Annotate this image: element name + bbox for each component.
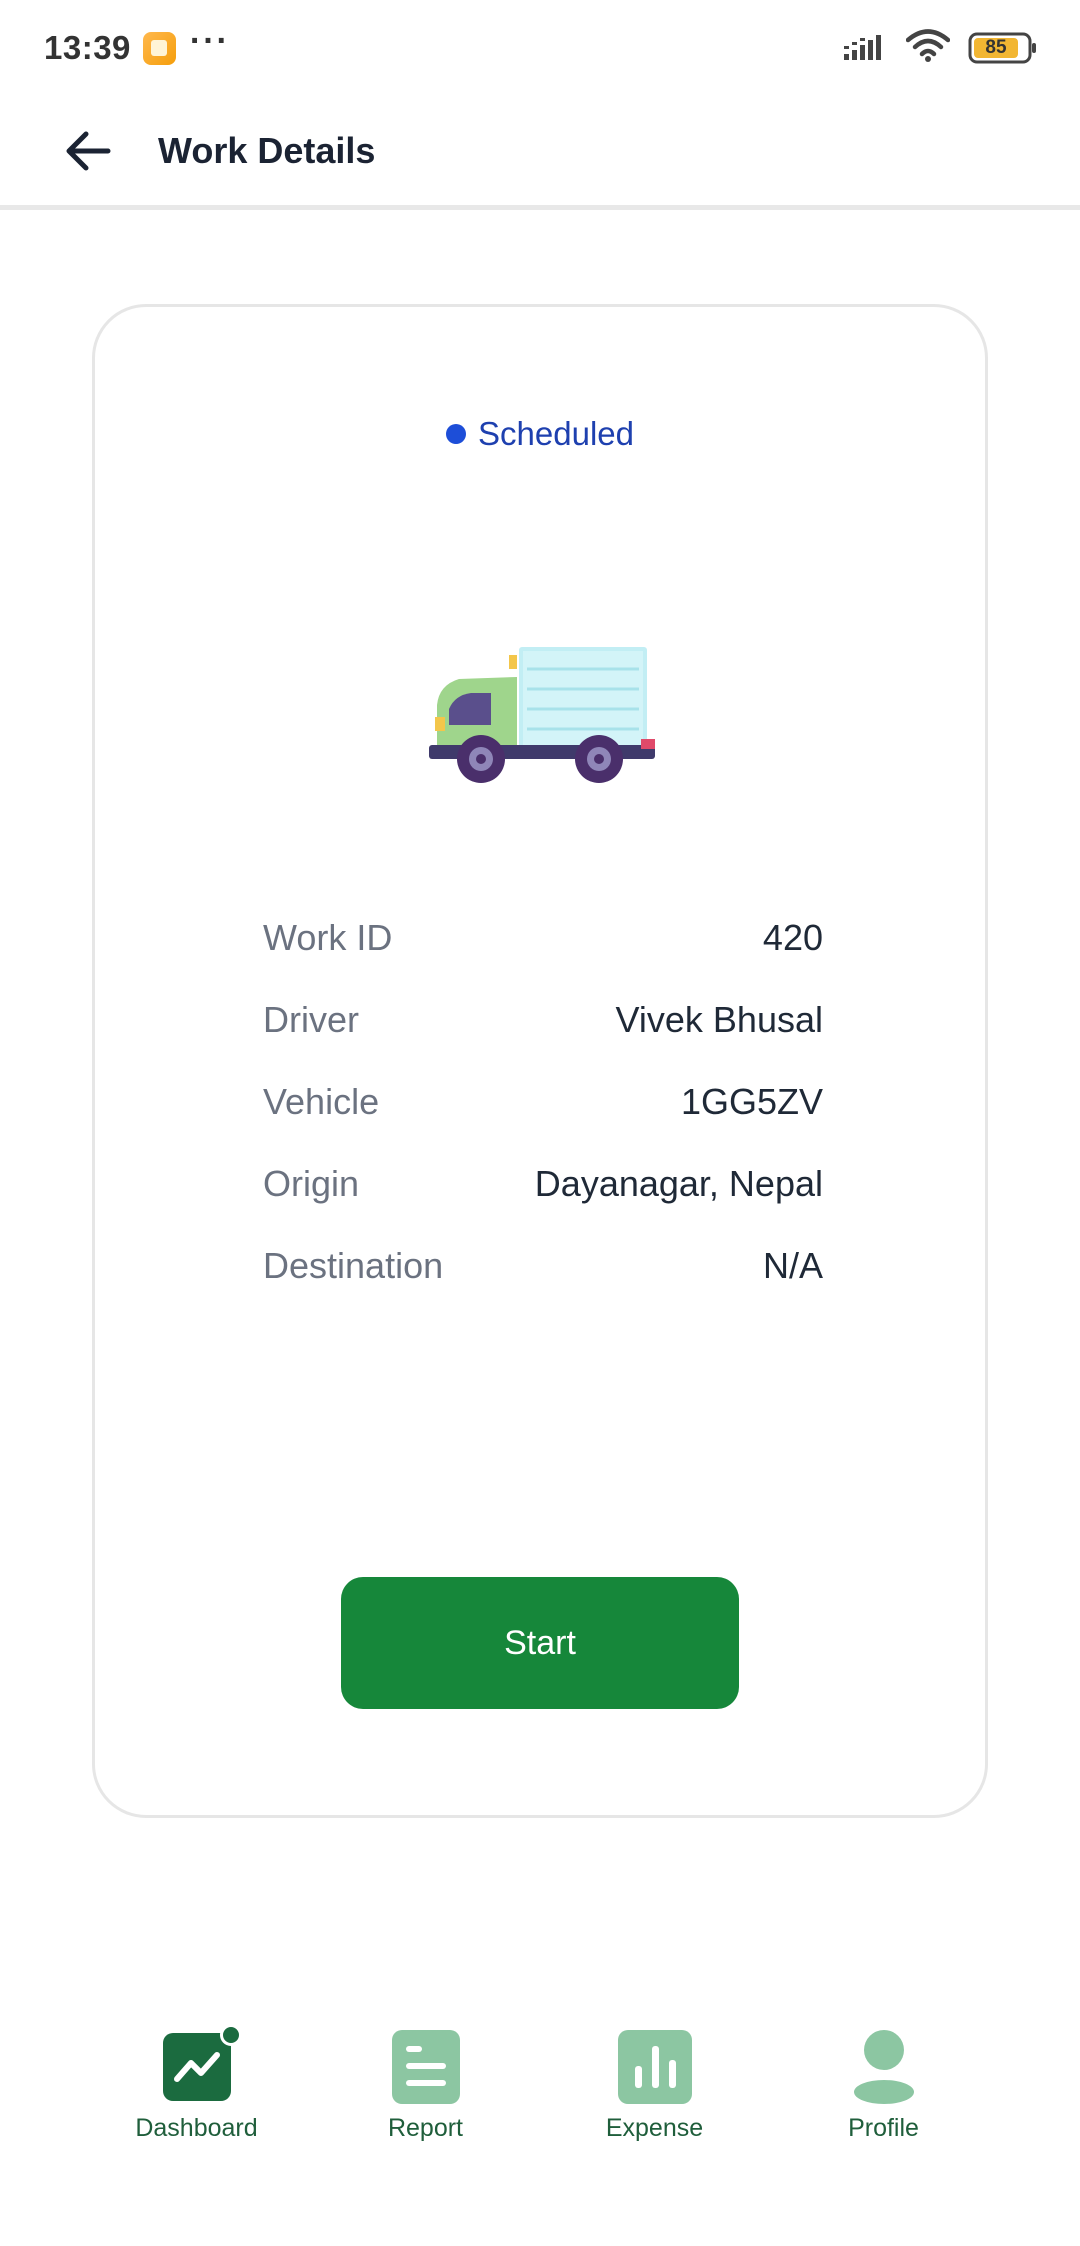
battery-icon: 85: [968, 31, 1038, 65]
nav-label: Report: [387, 2114, 464, 2142]
bottom-nav: Dashboard Report Expense Profile: [0, 2024, 1080, 2210]
notification-badge: [219, 2024, 242, 2046]
chart-line-icon: [160, 2024, 242, 2104]
nav-label: Profile: [848, 2114, 919, 2142]
document-icon: [389, 2030, 463, 2104]
detail-value: Vivek Bhusal: [615, 999, 823, 1040]
detail-row-work-id: Work ID 420: [263, 897, 823, 979]
work-details-screen: 13:39 ··· 85 Work Details Scheduled Work…: [0, 0, 1080, 2246]
person-icon: [847, 2030, 921, 2104]
wifi-icon: [905, 28, 951, 68]
detail-label: Driver: [263, 999, 359, 1040]
detail-label: Origin: [263, 1163, 360, 1204]
battery-level: 85: [985, 37, 1007, 58]
status-bar: 13:39 ··· 85: [0, 0, 1080, 96]
nav-label: Expense: [605, 2114, 704, 2142]
nav-item-expense[interactable]: Expense: [565, 2030, 745, 2210]
bar-chart-icon: [617, 2030, 692, 2104]
status-label: Scheduled: [478, 415, 634, 452]
signal-icon: [844, 30, 888, 67]
status-bar-left: 13:39 ···: [44, 24, 230, 67]
status-dot-icon: [446, 424, 467, 444]
detail-label: Vehicle: [263, 1081, 380, 1122]
start-button[interactable]: Start: [341, 1577, 739, 1709]
status-bar-right: 85: [844, 28, 1038, 68]
back-button[interactable]: [62, 125, 114, 177]
truck-icon: [427, 637, 657, 797]
nav-item-dashboard[interactable]: Dashboard: [107, 2024, 287, 2210]
detail-row-origin: Origin Dayanagar, Nepal: [263, 1143, 823, 1225]
more-notifications-icon: ···: [189, 22, 230, 60]
detail-value: 1GG5ZV: [680, 1081, 823, 1122]
detail-value: 420: [762, 917, 823, 958]
nav-label: Dashboard: [135, 2114, 258, 2142]
work-details-card: Scheduled Work ID 420 Driver Vivek Bhusa…: [92, 304, 988, 1818]
detail-row-driver: Driver Vivek Bhusal: [263, 979, 823, 1061]
detail-label: Work ID: [263, 917, 393, 958]
detail-row-destination: Destination N/A: [263, 1225, 823, 1307]
status-time: 13:39: [44, 29, 131, 66]
page-title: Work Details: [158, 129, 376, 171]
nav-item-profile[interactable]: Profile: [794, 2030, 974, 2210]
detail-value: Dayanagar, Nepal: [534, 1163, 823, 1204]
app-bar: Work Details: [0, 96, 1080, 210]
nav-item-report[interactable]: Report: [336, 2030, 516, 2210]
notification-app-icon: [142, 31, 176, 65]
detail-value: N/A: [762, 1245, 823, 1286]
status-indicator: Scheduled: [95, 415, 985, 453]
detail-row-vehicle: Vehicle 1GG5ZV: [263, 1061, 823, 1143]
details-list: Work ID 420 Driver Vivek Bhusal Vehicle …: [263, 897, 823, 1307]
arrow-left-icon: [66, 131, 111, 170]
detail-label: Destination: [263, 1245, 444, 1286]
